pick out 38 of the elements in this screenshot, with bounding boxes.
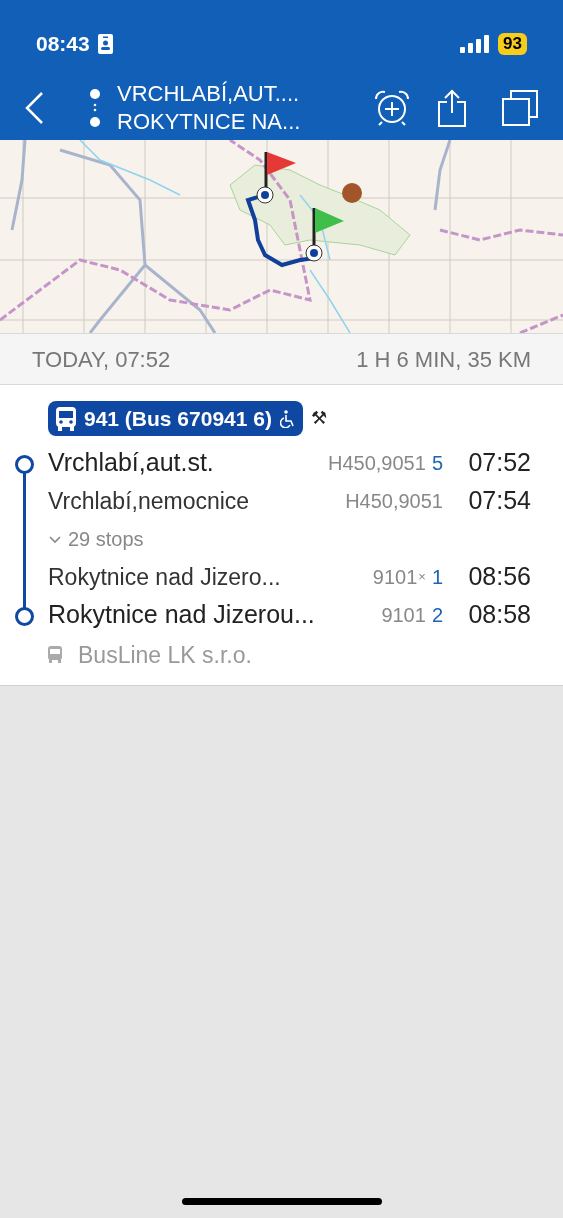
platform-number: 5 xyxy=(431,451,443,476)
stop-time: 08:56 xyxy=(467,561,531,593)
stop-name[interactable]: Rokytnice nad Jizerou... xyxy=(48,596,315,634)
stop-name[interactable]: Vrchlabí,nemocnice xyxy=(48,483,250,519)
id-card-icon xyxy=(97,33,113,54)
chevron-icon xyxy=(48,534,62,544)
trip-duration: 1 H 6 MIN, 35 KM xyxy=(356,345,531,374)
stop-time: 07:54 xyxy=(467,485,531,517)
stop-time: 07:52 xyxy=(467,447,531,479)
copy-icon[interactable] xyxy=(501,88,539,127)
bus-icon xyxy=(56,406,76,431)
platform-note: × xyxy=(418,567,426,586)
signal-icon xyxy=(460,34,491,53)
stops-toggle[interactable]: 29 stops xyxy=(48,524,144,554)
stop-marker xyxy=(15,455,34,474)
destination-title: ROKYTNICE NA... xyxy=(117,107,302,136)
platform-code: 9101 xyxy=(381,603,426,628)
battery-level: 93 xyxy=(498,32,527,55)
stop-name[interactable]: Vrchlabí,aut.st. xyxy=(48,444,214,482)
back-icon[interactable] xyxy=(24,90,44,125)
status-time: 08:43 xyxy=(36,30,90,57)
origin-title: VRCHLABÍ,AUT.... xyxy=(117,79,301,108)
alarm-add-icon[interactable] xyxy=(373,88,411,127)
platform-code: 9101 xyxy=(372,565,418,590)
line-badge[interactable]: 941 (Bus 670941 6) xyxy=(48,401,303,436)
platform-code: H450,9051 xyxy=(345,489,443,514)
stop-time: 08:58 xyxy=(467,599,531,631)
platform-number: 1 xyxy=(431,565,443,590)
trip-date: TODAY, 07:52 xyxy=(32,345,171,374)
stop-name[interactable]: Rokytnice nad Jizero... xyxy=(48,559,281,595)
facility-symbol: ⚒ xyxy=(310,407,327,430)
platform-number: 2 xyxy=(431,603,443,628)
stop-marker xyxy=(15,607,34,626)
route-dots-icon xyxy=(90,87,100,128)
platform-code: H450,9051 xyxy=(328,451,426,476)
operator-name: BusLine LK s.r.o. xyxy=(78,641,252,670)
share-icon[interactable] xyxy=(437,88,467,127)
bus-icon xyxy=(48,646,62,665)
